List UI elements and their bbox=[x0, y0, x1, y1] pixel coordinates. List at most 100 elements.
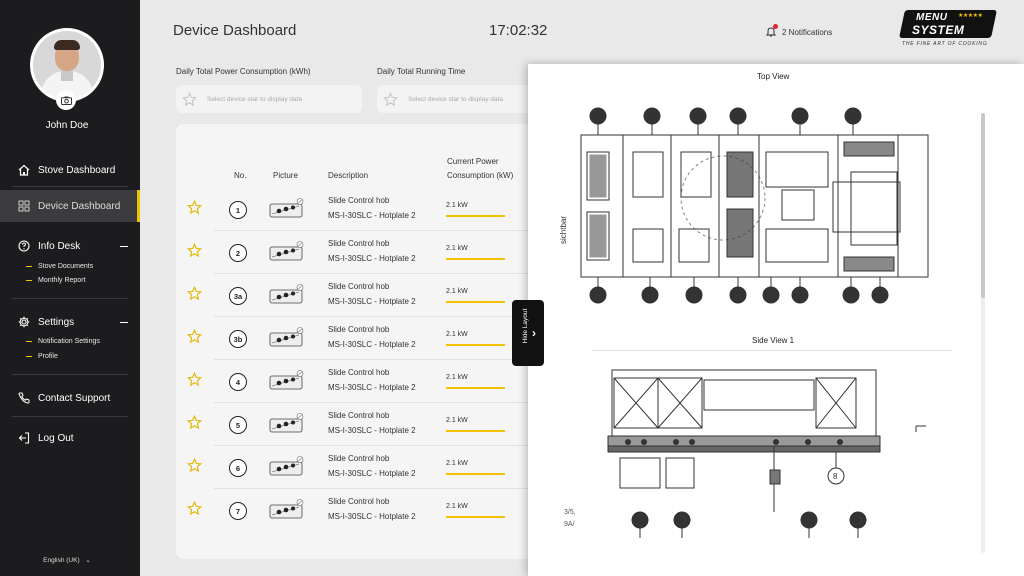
power-value: 2.1 kW bbox=[446, 331, 468, 338]
power-bar bbox=[446, 473, 505, 475]
notification-dot bbox=[773, 24, 778, 29]
sidebar-subitem-monthly-report[interactable]: Monthly Report bbox=[26, 277, 85, 284]
sidebar-item-device-dashboard[interactable]: Device Dashboard bbox=[0, 190, 140, 222]
menu-system-logo: MENU ★★★★★ SYSTEM THE FINE ART OF COOKIN… bbox=[898, 10, 998, 48]
device-number-badge: 4 bbox=[229, 373, 247, 391]
device-model: MS-I-30SLC - Hotplate 2 bbox=[328, 469, 416, 478]
device-name: Slide Control hob bbox=[328, 196, 390, 205]
column-header-description: Description bbox=[328, 171, 369, 180]
callout-label: 10 bbox=[795, 291, 804, 300]
device-name: Slide Control hob bbox=[328, 282, 390, 291]
callout-label: 2 bbox=[679, 516, 684, 525]
top-view-drawing: sichtbar 2 4 6 8 11 14 1 3 5 7 9 10 12 1… bbox=[559, 107, 929, 304]
sidebar-item-stove-dashboard[interactable]: Stove Dashboard bbox=[0, 154, 140, 186]
sidebar-item-label: Contact Support bbox=[38, 392, 111, 404]
favorite-star-icon[interactable] bbox=[186, 242, 203, 263]
device-name: Slide Control hob bbox=[328, 325, 390, 334]
logo-tagline: THE FINE ART OF COOKING bbox=[902, 41, 988, 47]
scrollbar-thumb[interactable] bbox=[981, 113, 985, 298]
device-model: MS-I-30SLC - Hotplate 2 bbox=[328, 340, 416, 349]
power-value: 2.1 kW bbox=[446, 202, 468, 209]
star-outline-icon bbox=[383, 91, 398, 106]
table-row[interactable]: 1 Slide Control hob MS-I-30SLC - Hotplate … bbox=[176, 187, 546, 230]
sidebar-subitem-profile[interactable]: Profile bbox=[26, 353, 58, 360]
device-number-badge: 7 bbox=[229, 502, 247, 520]
power-bar bbox=[446, 387, 505, 389]
sidebar-subitem-notification-settings[interactable]: Notification Settings bbox=[26, 338, 100, 345]
hide-layout-button[interactable]: Hide Layout › bbox=[512, 300, 544, 366]
favorite-star-icon[interactable] bbox=[186, 371, 203, 392]
side-view-drawing: 3/5, 9A/ 8 1 2 5 7 bbox=[564, 369, 926, 538]
power-value: 2.1 kW bbox=[446, 503, 468, 510]
hide-layout-label: Hide Layout bbox=[522, 308, 529, 344]
table-row[interactable]: 3b Slide Control hob MS-I-30SLC - Hotplate… bbox=[176, 316, 546, 359]
power-consumption-label: Daily Total Power Consumption (kWh) bbox=[176, 67, 311, 76]
chevron-right-icon: › bbox=[532, 326, 536, 340]
notifications-button[interactable]: 2 Notifications bbox=[765, 24, 833, 39]
device-picture[interactable] bbox=[269, 499, 305, 521]
callout-label: 7 bbox=[735, 291, 740, 300]
notifications-count: 2 Notifications bbox=[782, 28, 833, 37]
device-number-badge: 3b bbox=[229, 330, 247, 348]
device-name: Slide Control hob bbox=[328, 368, 390, 377]
callout-label: 6 bbox=[695, 112, 700, 121]
table-row[interactable]: 6 Slide Control hob MS-I-30SLC - Hotplate … bbox=[176, 445, 546, 488]
device-number-badge: 5 bbox=[229, 416, 247, 434]
power-bar bbox=[446, 516, 505, 518]
device-model: MS-I-30SLC - Hotplate 2 bbox=[328, 254, 416, 263]
device-picture[interactable] bbox=[269, 241, 305, 263]
column-header-power-line2: Consumption (kW) bbox=[447, 171, 514, 180]
favorite-star-icon[interactable] bbox=[186, 328, 203, 349]
device-picture[interactable] bbox=[269, 370, 305, 392]
column-header-no: No. bbox=[234, 171, 247, 180]
logo-line1: MENU bbox=[916, 12, 948, 23]
callout-label: 5 bbox=[806, 516, 811, 525]
device-name: Slide Control hob bbox=[328, 239, 390, 248]
sidebar-subitem-stove-documents[interactable]: Stove Documents bbox=[26, 263, 93, 270]
power-bar bbox=[446, 215, 505, 217]
collapse-icon[interactable] bbox=[120, 322, 128, 323]
sidebar-item-label: Stove Dashboard bbox=[38, 164, 116, 176]
phone-icon bbox=[18, 392, 30, 404]
power-consumption-card[interactable]: Select device star to display data bbox=[176, 85, 362, 113]
time-placeholder: Select device star to display data bbox=[408, 95, 504, 103]
logo-line2: SYSTEM bbox=[912, 23, 965, 37]
side-note: 9A/ bbox=[564, 521, 575, 528]
page-title: Device Dashboard bbox=[173, 22, 297, 39]
favorite-star-icon[interactable] bbox=[186, 199, 203, 220]
language-selector[interactable]: English (UK) ⌄ bbox=[0, 556, 134, 564]
favorite-star-icon[interactable] bbox=[186, 500, 203, 521]
table-row[interactable]: 4 Slide Control hob MS-I-30SLC - Hotplate … bbox=[176, 359, 546, 402]
callout-label: 8 bbox=[735, 112, 740, 121]
sidebar-item-info-desk[interactable]: Info Desk bbox=[0, 230, 140, 262]
device-picture[interactable] bbox=[269, 413, 305, 435]
collapse-icon[interactable] bbox=[120, 246, 128, 247]
logo-stars: ★★★★★ bbox=[958, 13, 983, 19]
device-picture[interactable] bbox=[269, 284, 305, 306]
table-row[interactable]: 5 Slide Control hob MS-I-30SLC - Hotplate … bbox=[176, 402, 546, 445]
device-picture[interactable] bbox=[269, 327, 305, 349]
table-row[interactable]: 2 Slide Control hob MS-I-30SLC - Hotplate … bbox=[176, 230, 546, 273]
callout-label: 9 bbox=[768, 291, 773, 300]
favorite-star-icon[interactable] bbox=[186, 457, 203, 478]
callout-group-top: 2 4 6 8 11 14 bbox=[589, 107, 862, 135]
column-header-power-line1: Current Power bbox=[447, 157, 499, 166]
language-label: English (UK) bbox=[43, 557, 80, 564]
column-header-picture: Picture bbox=[273, 171, 298, 180]
device-picture[interactable] bbox=[269, 198, 305, 220]
camera-icon[interactable] bbox=[56, 90, 76, 110]
table-row[interactable]: 3a Slide Control hob MS-I-30SLC - Hotplate… bbox=[176, 273, 546, 316]
sidebar-item-log-out[interactable]: Log Out bbox=[0, 422, 140, 454]
callout-label: 1 bbox=[595, 291, 600, 300]
layout-scrollbar[interactable] bbox=[981, 113, 985, 553]
callout-label: 13 bbox=[875, 291, 884, 300]
table-row[interactable]: 7 Slide Control hob MS-I-30SLC - Hotplate … bbox=[176, 488, 546, 531]
user-name: John Doe bbox=[45, 120, 89, 131]
favorite-star-icon[interactable] bbox=[186, 285, 203, 306]
sidebar-item-contact-support[interactable]: Contact Support bbox=[0, 382, 140, 414]
logout-icon bbox=[18, 432, 30, 444]
device-picture[interactable] bbox=[269, 456, 305, 478]
sidebar-item-settings[interactable]: Settings bbox=[0, 306, 140, 338]
favorite-star-icon[interactable] bbox=[186, 414, 203, 435]
device-number-badge: 3a bbox=[229, 287, 247, 305]
